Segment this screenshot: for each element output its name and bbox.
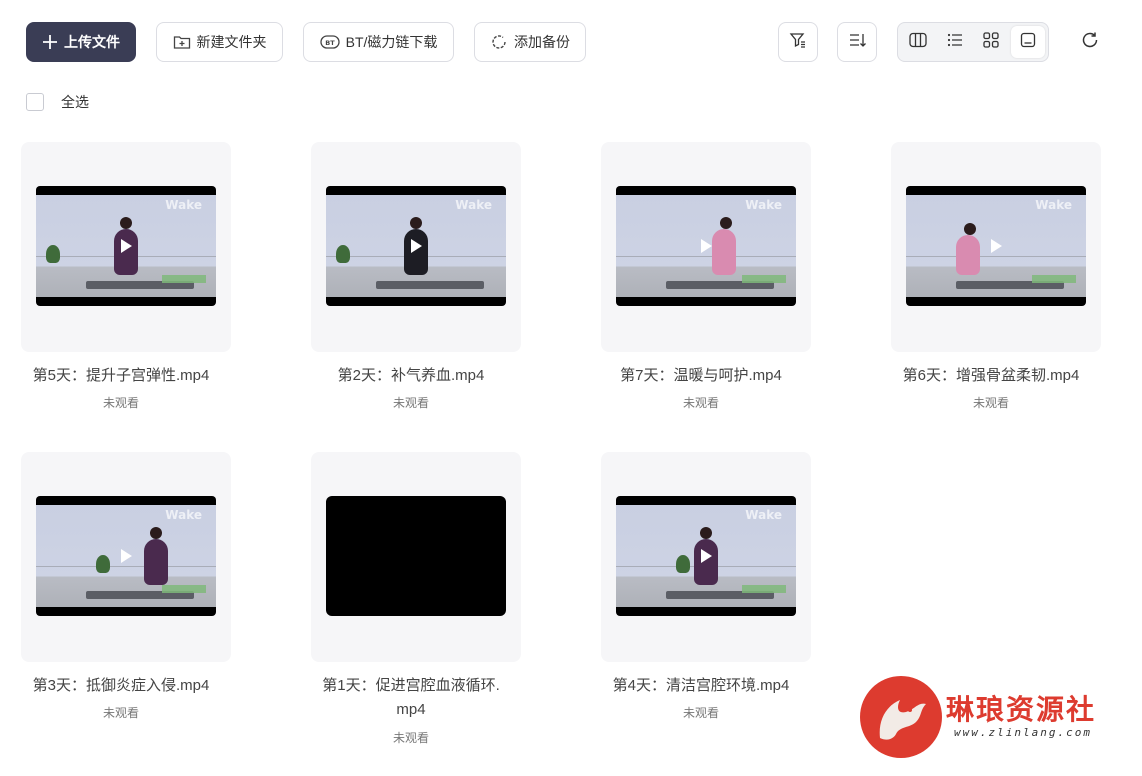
dragon-logo-icon bbox=[860, 676, 942, 758]
select-all-label: 全选 bbox=[61, 94, 89, 110]
sort-icon bbox=[848, 31, 866, 54]
file-name[interactable]: 第6天：增强骨盆柔韧.mp4 bbox=[870, 364, 1112, 388]
brand-watermark: Wake bbox=[1035, 198, 1072, 212]
video-preview: Wake bbox=[616, 186, 796, 306]
upload-button-label: 上传文件 bbox=[64, 34, 120, 50]
watch-status: 未观看 bbox=[392, 396, 429, 410]
new-folder-label: 新建文件夹 bbox=[196, 34, 267, 50]
watch-status: 未观看 bbox=[682, 706, 719, 720]
file-name[interactable]: 第2天：补气养血.mp4 bbox=[290, 364, 532, 388]
video-preview: Wake bbox=[616, 496, 796, 616]
video-preview: Wake bbox=[326, 186, 506, 306]
video-thumbnail[interactable] bbox=[311, 452, 521, 662]
bt-download-label: BT/磁力链下载 bbox=[345, 34, 438, 50]
watch-status: 未观看 bbox=[682, 396, 719, 410]
watch-status: 未观看 bbox=[102, 706, 139, 720]
view-mode-switcher bbox=[897, 22, 1049, 62]
watch-status: 未观看 bbox=[102, 396, 139, 410]
file-name[interactable]: 第7天：温暖与呵护.mp4 bbox=[580, 364, 822, 388]
file-name[interactable]: 第3天：抵御炎症入侵.mp4 bbox=[0, 674, 242, 698]
play-icon bbox=[411, 239, 422, 253]
video-thumbnail[interactable]: Wake bbox=[311, 142, 521, 352]
play-icon bbox=[701, 239, 712, 253]
add-backup-button[interactable]: 添加备份 bbox=[474, 22, 586, 62]
video-thumbnail[interactable]: Wake bbox=[21, 452, 231, 662]
list-icon bbox=[947, 33, 963, 52]
watermark-title: 琳琅资源社 bbox=[946, 694, 1097, 725]
grid-icon bbox=[983, 31, 999, 53]
refresh-button[interactable] bbox=[1070, 22, 1110, 62]
watch-status: 未观看 bbox=[972, 396, 1009, 410]
video-preview bbox=[326, 496, 506, 616]
video-thumbnail[interactable]: Wake bbox=[601, 452, 811, 662]
thumbnail-icon bbox=[1020, 32, 1036, 53]
file-name[interactable]: 第1天：促进宫腔血液循环. mp4 bbox=[290, 674, 532, 722]
select-all-checkbox[interactable] bbox=[26, 93, 44, 111]
play-icon bbox=[121, 549, 132, 563]
plus-icon bbox=[42, 34, 58, 50]
file-name-line-2: mp4 bbox=[396, 701, 426, 718]
select-all[interactable]: 全选 bbox=[26, 92, 89, 112]
brand-watermark: Wake bbox=[165, 198, 202, 212]
site-watermark: 琳琅资源社 www.zlinlang.com bbox=[858, 674, 1138, 764]
list-view-option[interactable] bbox=[938, 26, 973, 58]
bt-icon: BT bbox=[319, 34, 340, 50]
video-thumbnail[interactable]: Wake bbox=[21, 142, 231, 352]
toolbar: 上传文件 新建文件夹 BT BT/磁力链下载 添加备份 bbox=[0, 0, 1142, 84]
brand-watermark: Wake bbox=[745, 508, 782, 522]
brand-watermark: Wake bbox=[455, 198, 492, 212]
grid-view-option[interactable] bbox=[974, 26, 1009, 58]
add-backup-label: 添加备份 bbox=[514, 34, 570, 50]
new-folder-button[interactable]: 新建文件夹 bbox=[156, 22, 283, 62]
refresh-icon bbox=[1080, 30, 1100, 55]
folder-plus-icon bbox=[173, 34, 191, 50]
bt-magnet-download-button[interactable]: BT BT/磁力链下载 bbox=[303, 22, 454, 62]
watermark-url: www.zlinlang.com bbox=[954, 726, 1092, 739]
file-name[interactable]: 第5天：提升子宫弹性.mp4 bbox=[0, 364, 242, 388]
file-name-line-1: 第1天：促进宫腔血液循环. bbox=[322, 677, 500, 694]
play-icon bbox=[701, 549, 712, 563]
columns-icon bbox=[909, 32, 927, 53]
brand-watermark: Wake bbox=[165, 508, 202, 522]
video-thumbnail[interactable]: Wake bbox=[601, 142, 811, 352]
video-preview: Wake bbox=[36, 186, 216, 306]
filter-button[interactable] bbox=[778, 22, 818, 62]
sync-icon bbox=[490, 33, 508, 51]
brand-watermark: Wake bbox=[745, 198, 782, 212]
column-view-option[interactable] bbox=[901, 26, 936, 58]
filter-icon bbox=[789, 31, 807, 54]
play-icon bbox=[121, 239, 132, 253]
video-thumbnail[interactable]: Wake bbox=[891, 142, 1101, 352]
play-icon bbox=[991, 239, 1002, 253]
svg-text:BT: BT bbox=[325, 39, 335, 47]
sort-button[interactable] bbox=[837, 22, 877, 62]
upload-button[interactable]: 上传文件 bbox=[26, 22, 136, 62]
file-name[interactable]: 第4天：清洁宫腔环境.mp4 bbox=[580, 674, 822, 698]
thumbnail-view-option[interactable] bbox=[1010, 26, 1045, 58]
video-preview: Wake bbox=[36, 496, 216, 616]
watch-status: 未观看 bbox=[392, 731, 429, 745]
video-preview: Wake bbox=[906, 186, 1086, 306]
